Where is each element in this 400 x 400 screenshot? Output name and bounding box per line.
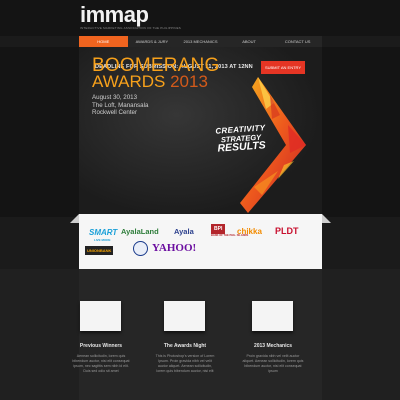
sponsor-ayala-logo[interactable]: Ayala: [174, 227, 194, 236]
event-info: August 30, 2013 The Loft, Manansala Rock…: [92, 94, 148, 117]
awards-year: 2013: [170, 72, 208, 91]
ribbon-tail-right: [322, 214, 331, 223]
hero-side-left: [0, 47, 79, 217]
awards-word: AWARDS: [92, 72, 166, 91]
ribbon-tail-left: [70, 214, 79, 223]
content-section: Previous Winners The Awards Night 2013 M…: [0, 269, 400, 400]
sponsor-bpi-logo[interactable]: BPI: [211, 224, 226, 234]
sponsor-yahoo-logo[interactable]: YAHOO!: [152, 242, 196, 254]
awards-subtitle: AWARDS 2013: [92, 73, 208, 90]
card-desc-mechanics: Proin gravida nibh vel velit auctor aliq…: [242, 354, 304, 373]
card-image-mechanics[interactable]: [252, 301, 293, 331]
main-nav: HOME AWARDS & JURY 2013 MECHANICS ABOUT …: [79, 36, 322, 47]
sponsor-ayalaland-logo[interactable]: AyalaLand: [121, 227, 159, 236]
nav-item-contact[interactable]: CONTACT US: [273, 36, 322, 47]
sponsors-strip: SMART LIVE MORE AyalaLand Ayala BPI BANK…: [79, 214, 322, 269]
nav-item-awards-jury[interactable]: AWARDS & JURY: [128, 36, 177, 47]
seal-icon: [133, 241, 148, 256]
event-date: August 30, 2013: [92, 94, 138, 101]
event-venue: The Loft, Manansala: [92, 101, 149, 109]
card-desc-awards-night: This is Photoshop's version of Lorem Ips…: [155, 354, 215, 373]
nav-item-home[interactable]: HOME: [79, 36, 128, 47]
sponsor-smart-tagline: LIVE MORE: [94, 238, 111, 242]
submit-entry-button[interactable]: SUBMIT AN ENTRY: [261, 61, 305, 74]
sponsor-pldt-logo[interactable]: PLDT: [275, 226, 299, 236]
site-tagline: INTERACTIVE MARKETING ASSOCIATION OF THE…: [80, 26, 181, 30]
nav-item-mechanics[interactable]: 2013 MECHANICS: [176, 36, 225, 47]
sponsor-unionbank-logo[interactable]: UNIONBANK: [85, 246, 114, 255]
slogan: CREATIVITY STRATEGY RESULTS: [215, 123, 267, 154]
header-bar: [0, 0, 400, 36]
card-title-previous-winners[interactable]: Previous Winners: [66, 343, 136, 349]
card-image-awards-night[interactable]: [164, 301, 205, 331]
sponsor-chikka-logo[interactable]: chikka: [237, 227, 262, 236]
content-center-panel: [79, 269, 322, 400]
site-logo[interactable]: immap: [80, 2, 149, 28]
nav-item-about[interactable]: ABOUT: [225, 36, 274, 47]
card-title-awards-night[interactable]: The Awards Night: [150, 343, 220, 349]
card-desc-previous-winners: Aenean sollicitudin, lorem quis bibendum…: [72, 354, 130, 373]
card-image-previous-winners[interactable]: [80, 301, 121, 331]
card-title-mechanics[interactable]: 2013 Mechanics: [238, 343, 308, 349]
event-place: Rockwell Center: [92, 109, 138, 117]
hero-side-right: [322, 47, 400, 217]
sponsor-smart-logo[interactable]: SMART: [89, 228, 117, 237]
